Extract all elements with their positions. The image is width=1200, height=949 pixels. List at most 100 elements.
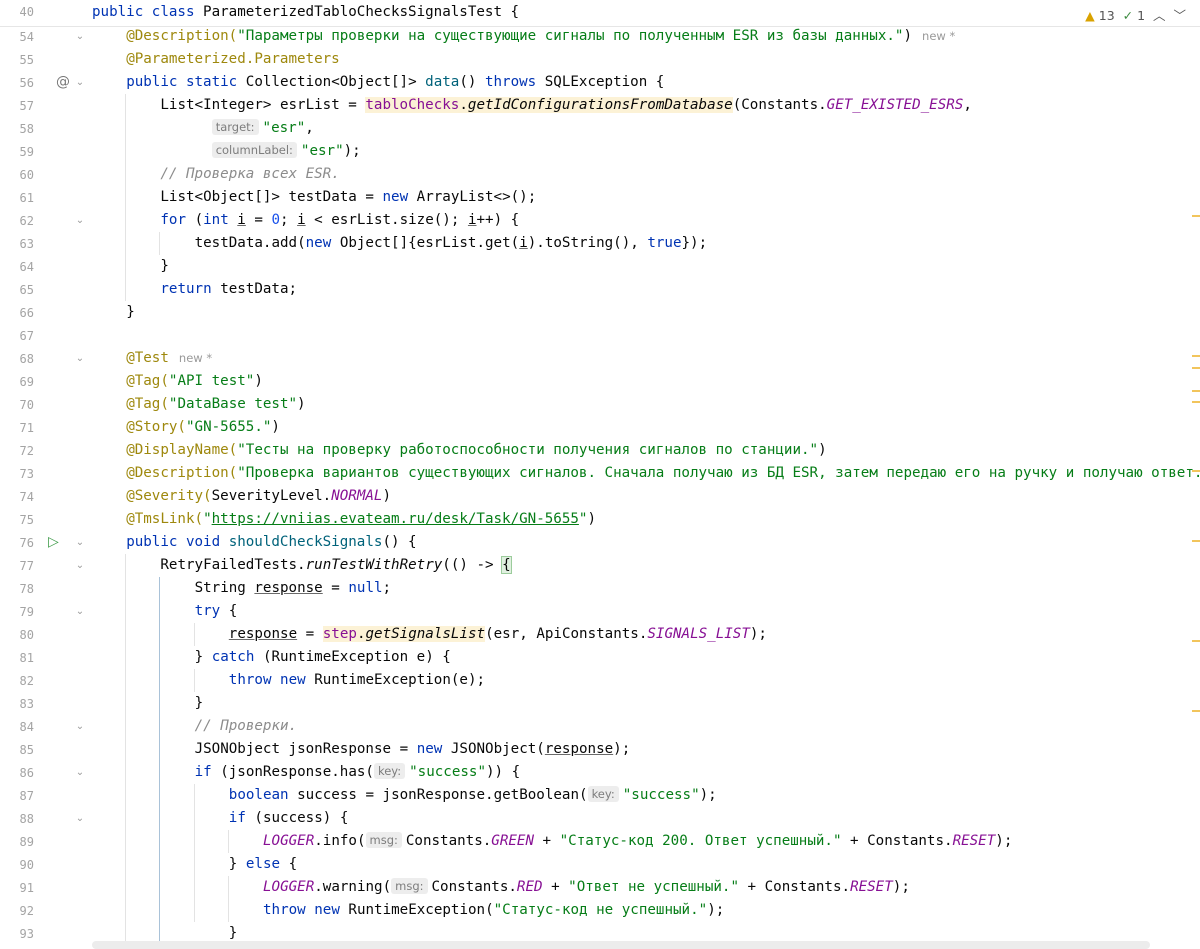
code-line[interactable]: 84 ⌄ // Проверки. <box>0 715 1200 738</box>
indent-guide <box>159 577 161 945</box>
line-code: for (int i = 0; i < esrList.size(); i++)… <box>160 209 519 232</box>
line-number: 72 <box>19 444 34 458</box>
code-token: ++) { <box>476 212 520 228</box>
code-line[interactable]: 66} <box>0 301 1200 324</box>
method-name: data <box>425 74 460 90</box>
parameter-hint: target: <box>211 119 259 135</box>
stripe-marker[interactable] <box>1192 215 1200 217</box>
stripe-marker[interactable] <box>1192 367 1200 369</box>
parameter-hint: key: <box>587 786 619 802</box>
code-line[interactable]: 92 throw new RuntimeException("Статус-код… <box>0 899 1200 922</box>
code-line[interactable]: 87 boolean success = jsonResponse.getBool… <box>0 784 1200 807</box>
fold-icon[interactable]: ⌄ <box>75 531 85 554</box>
chevron-up-icon[interactable]: ︿ <box>1153 8 1166 23</box>
stripe-marker[interactable] <box>1192 355 1200 357</box>
code-line[interactable]: 63 testData.add(new Object[]{esrList.get(… <box>0 232 1200 255</box>
fold-icon[interactable]: ⌄ <box>75 25 85 48</box>
code-token: @TmsLink( <box>126 511 204 527</box>
inspection-widget[interactable]: ▲ 13 ✓ 1 ︿ ﹀ <box>1085 5 1186 24</box>
line-number: 71 <box>19 421 34 435</box>
line-number: 54 <box>19 30 34 44</box>
tms-link[interactable]: https://vniias.evateam.ru/desk/Task/GN-5… <box>212 511 579 527</box>
stripe-marker[interactable] <box>1192 540 1200 542</box>
code-line[interactable]: 69 @Tag("API test") <box>0 370 1200 393</box>
code-token: SeverityLevel. <box>211 488 332 504</box>
sticky-class-header[interactable]: 40 public class ParameterizedTabloChecks… <box>0 0 1200 27</box>
fold-icon[interactable]: ⌄ <box>75 761 85 784</box>
fold-icon[interactable]: ⌄ <box>75 209 85 232</box>
chevron-down-icon[interactable]: ﹀ <box>1173 8 1186 23</box>
code-line[interactable]: 80 response = step.getSignalsList(esr, Ap… <box>0 623 1200 646</box>
code-line[interactable]: 76 ⌄ ▷ public void shouldCheckSignals() { <box>0 531 1200 554</box>
line-number: 73 <box>19 467 34 481</box>
code-editor[interactable]: 40 public class ParameterizedTabloChecks… <box>0 0 1200 949</box>
fold-icon[interactable]: ⌄ <box>75 715 85 738</box>
line-number: 83 <box>19 697 34 711</box>
implementation-icon[interactable]: @ <box>56 71 70 94</box>
code-line[interactable]: 73 @Description("Проверка вариантов сущес… <box>0 462 1200 485</box>
code-line[interactable]: 56 ⌄ @ public static Collection<Object[]> d… <box>0 71 1200 94</box>
author-hint[interactable]: new * <box>922 29 955 43</box>
code-token: .info( <box>314 833 366 849</box>
code-token: public class <box>92 4 204 20</box>
code-line[interactable]: 81} catch (RuntimeException e) { <box>0 646 1200 669</box>
line-code: @Story("GN-5655.") <box>126 416 280 439</box>
code-line[interactable]: 75 @TmsLink("https://vniias.evateam.ru/de… <box>0 508 1200 531</box>
code-line[interactable]: 72 @DisplayName("Тесты на проверку работо… <box>0 439 1200 462</box>
code-line[interactable]: 57 List<Integer> esrList = tabloChecks.ge… <box>0 94 1200 117</box>
code-line[interactable]: 77 ⌄ RetryFailedTests.runTestWithRetry(() … <box>0 554 1200 577</box>
code-line[interactable]: 89 LOGGER.info(msg: Constants.GREEN + "Ста… <box>0 830 1200 853</box>
code-token: " <box>203 511 212 527</box>
code-line[interactable]: 79 ⌄ try { <box>0 600 1200 623</box>
line-code: public static Collection<Object[]> data(… <box>126 71 664 94</box>
fold-icon[interactable]: ⌄ <box>75 600 85 623</box>
code-line[interactable]: 71 @Story("GN-5655.") <box>0 416 1200 439</box>
code-line[interactable]: 62 ⌄ for (int i = 0; i < esrList.size(); i… <box>0 209 1200 232</box>
line-number: 86 <box>19 766 34 780</box>
fold-icon[interactable]: ⌄ <box>75 807 85 830</box>
code-line[interactable]: 70 @Tag("DataBase test") <box>0 393 1200 416</box>
fold-icon[interactable]: ⌄ <box>75 347 85 370</box>
code-line[interactable]: 65 return testData; <box>0 278 1200 301</box>
code-token: List<Integer> esrList = <box>160 97 366 113</box>
code-token: ) <box>587 511 596 527</box>
code-line[interactable]: 59 columnLabel: "esr"); <box>0 140 1200 163</box>
code-line[interactable]: 68 ⌄ @Test new * <box>0 347 1200 370</box>
code-line[interactable]: 54 ⌄ @Description("Параметры проверки на с… <box>0 25 1200 48</box>
code-token: ) <box>903 28 913 44</box>
horizontal-scrollbar[interactable] <box>92 941 1150 949</box>
code-line[interactable]: 61 List<Object[]> testData = new ArrayLis… <box>0 186 1200 209</box>
author-hint[interactable]: new * <box>179 351 212 365</box>
code-line[interactable]: 86 ⌄ if (jsonResponse.has(key: "success")) … <box>0 761 1200 784</box>
fold-icon[interactable]: ⌄ <box>75 554 85 577</box>
stripe-marker[interactable] <box>1192 710 1200 712</box>
code-line[interactable]: 85 JSONObject jsonResponse = new JSONObje… <box>0 738 1200 761</box>
code-line[interactable]: 91 LOGGER.warning(msg: Constants.RED + "От… <box>0 876 1200 899</box>
code-line[interactable]: 74 @Severity(SeverityLevel.NORMAL) <box>0 485 1200 508</box>
code-line[interactable]: 82 throw new RuntimeException(e); <box>0 669 1200 692</box>
code-line[interactable]: 58 target: "esr", <box>0 117 1200 140</box>
code-line[interactable]: 83} <box>0 692 1200 715</box>
stripe-marker[interactable] <box>1192 390 1200 392</box>
code-line[interactable]: 60 // Проверка всех ESR. <box>0 163 1200 186</box>
stripe-marker[interactable] <box>1192 401 1200 403</box>
code-token: "esr" <box>262 120 306 136</box>
code-token: ; <box>280 212 298 228</box>
code-token: . <box>459 97 468 113</box>
code-line[interactable]: 90} else { <box>0 853 1200 876</box>
line-number: 93 <box>19 927 34 941</box>
code-token: (RuntimeException e) { <box>262 649 451 665</box>
code-token: step <box>322 626 357 642</box>
code-line[interactable]: 64} <box>0 255 1200 278</box>
code-token: else <box>245 856 289 872</box>
code-line[interactable]: 55 @Parameterized.Parameters <box>0 48 1200 71</box>
line-code: target: "esr", <box>211 117 314 140</box>
fold-icon[interactable]: ⌄ <box>75 71 85 94</box>
code-line[interactable]: 78 String response = null; <box>0 577 1200 600</box>
stripe-marker[interactable] <box>1192 470 1200 472</box>
code-line[interactable]: 88 ⌄ if (success) { <box>0 807 1200 830</box>
code-token: boolean <box>228 787 298 803</box>
code-line[interactable]: 67 <box>0 324 1200 347</box>
run-icon[interactable]: ▷ <box>48 531 59 554</box>
stripe-marker[interactable] <box>1192 640 1200 642</box>
